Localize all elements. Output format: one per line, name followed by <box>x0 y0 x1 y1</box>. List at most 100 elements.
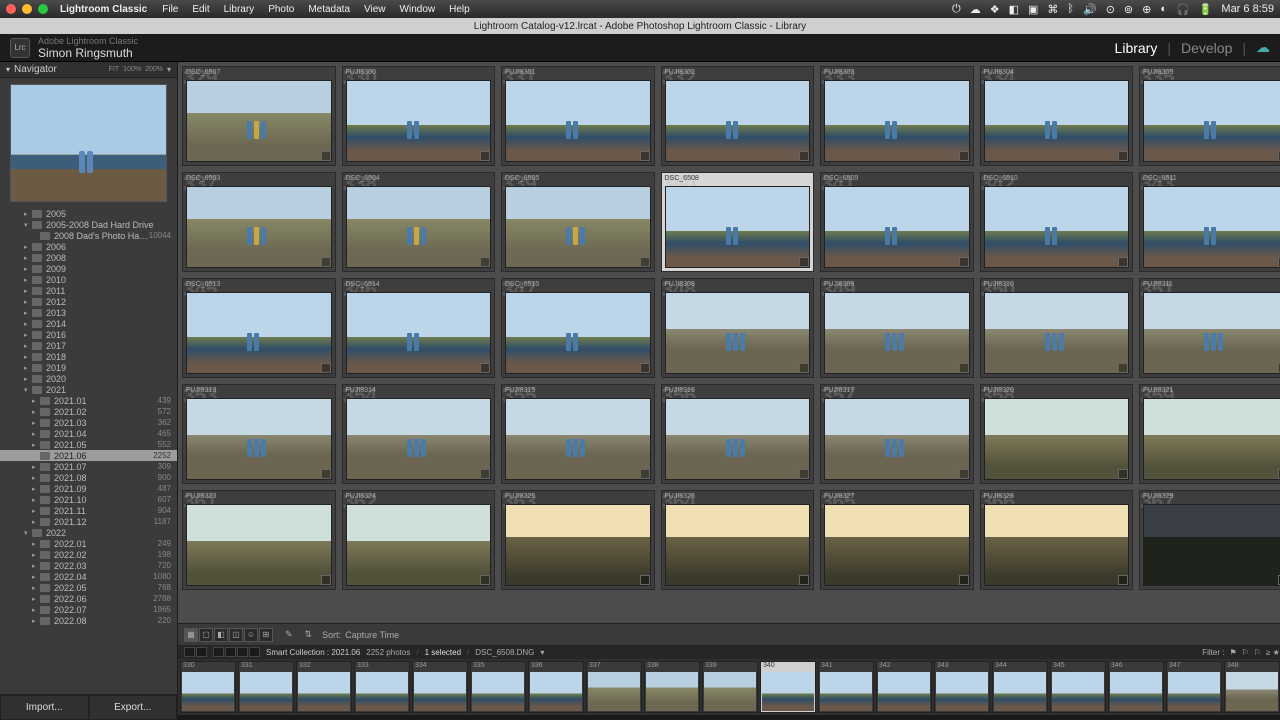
thumbnail-badge[interactable] <box>799 575 809 585</box>
grid-cell[interactable]: 362FUJI8324 <box>342 490 496 590</box>
filmstrip[interactable]: 3303313323333343353363373383393403413423… <box>178 659 1280 715</box>
grid-cell[interactable]: 363FUJI8325 <box>501 490 655 590</box>
folder-row[interactable]: ▸2021.07309 <box>0 461 177 472</box>
grid-cell[interactable]: 333FUJI8303 <box>820 66 974 166</box>
thumbnail-badge[interactable] <box>321 469 331 479</box>
thumbnail-badge[interactable] <box>959 469 969 479</box>
menu-edit[interactable]: Edit <box>185 4 216 15</box>
menu-view[interactable]: View <box>357 4 393 15</box>
thumbnail-badge[interactable] <box>480 575 490 585</box>
folder-row[interactable]: ▸2022.041080 <box>0 571 177 582</box>
thumbnail-badge[interactable] <box>1118 363 1128 373</box>
secondary-window-toggle[interactable] <box>184 647 207 657</box>
export-button[interactable]: Export... <box>89 695 178 720</box>
grid-cell[interactable]: 341DSC_6509 <box>820 172 974 272</box>
folder-row[interactable]: ▸2021.03362 <box>0 417 177 428</box>
rating-filter[interactable]: ≥ ★★★★★ <box>1266 648 1280 657</box>
thumbnail-badge[interactable] <box>480 469 490 479</box>
grid-cell[interactable]: 332FUJI8302 <box>661 66 815 166</box>
thumbnail-badge[interactable] <box>321 363 331 373</box>
navigator-preview[interactable] <box>10 84 167 202</box>
grid-cell[interactable]: 347DSC_6515 <box>501 278 655 378</box>
folder-row[interactable]: ▾2022 <box>0 527 177 538</box>
folder-row[interactable]: ▸2022.05768 <box>0 582 177 593</box>
grid-cell[interactable]: 350FUJI8310 <box>980 278 1134 378</box>
chevron-down-icon[interactable]: ▾ <box>540 648 544 657</box>
thumbnail-badge[interactable] <box>1118 151 1128 161</box>
thumbnail-badge[interactable] <box>959 575 969 585</box>
grid-cell[interactable]: 356FUJI8316 <box>661 384 815 484</box>
folder-row[interactable]: ▸2011 <box>0 285 177 296</box>
folder-row[interactable]: ▸2005 <box>0 208 177 219</box>
grid-cell[interactable]: 342DSC_6510 <box>980 172 1134 272</box>
grid-cell[interactable]: 343DSC_6511 <box>1139 172 1280 272</box>
flag-filter-icon[interactable]: ⚑ <box>1229 648 1236 657</box>
folder-row[interactable]: 2008 Dad's Photo Hard Drive10044 <box>0 230 177 241</box>
thumbnail-badge[interactable] <box>799 151 809 161</box>
thumbnail-badge[interactable] <box>480 257 490 267</box>
filmstrip-cell[interactable]: 348 <box>1224 661 1280 713</box>
folder-row[interactable]: ▾2005-2008 Dad Hard Drive <box>0 219 177 230</box>
folder-row[interactable]: ▸2013 <box>0 307 177 318</box>
folder-row[interactable]: ▸2019 <box>0 362 177 373</box>
filmstrip-cell[interactable]: 342 <box>876 661 932 713</box>
folder-row[interactable]: ▸2009 <box>0 263 177 274</box>
filmstrip-cell[interactable]: 347 <box>1166 661 1222 713</box>
thumbnail-badge[interactable] <box>1118 469 1128 479</box>
grid-cell[interactable]: 353FUJI8313 <box>182 384 336 484</box>
filmstrip-cell[interactable]: 334 <box>412 661 468 713</box>
flag-filter-icon[interactable]: ⚐ <box>1254 648 1261 657</box>
sort-value[interactable]: Capture Time <box>345 630 399 640</box>
folder-row[interactable]: ▸2021.10607 <box>0 494 177 505</box>
grid-cell[interactable]: 361FUJI8323 <box>182 490 336 590</box>
flag-filter-icon[interactable]: ⚐ <box>1242 648 1249 657</box>
filmstrip-cell[interactable]: 343 <box>934 661 990 713</box>
folder-row[interactable]: ▸2022.071965 <box>0 604 177 615</box>
grid-cell[interactable]: 346DSC_6514 <box>342 278 496 378</box>
thumbnail-badge[interactable] <box>1118 257 1128 267</box>
filmstrip-cell[interactable]: 338 <box>644 661 700 713</box>
thumbnail-badge[interactable] <box>1118 575 1128 585</box>
menu-help[interactable]: Help <box>442 4 477 15</box>
thumbnail-badge[interactable] <box>640 575 650 585</box>
filmstrip-cell[interactable]: 345 <box>1050 661 1106 713</box>
thumbnail-badge[interactable] <box>640 257 650 267</box>
filmstrip-cell[interactable]: 335 <box>470 661 526 713</box>
grid-cell[interactable]: 364FUJI8326 <box>661 490 815 590</box>
clock[interactable]: Mar 6 8:59 <box>1221 3 1274 15</box>
filmstrip-cell[interactable]: 332 <box>296 661 352 713</box>
folder-row[interactable]: ▸2021.062252 <box>0 450 177 461</box>
thumbnail-badge[interactable] <box>321 575 331 585</box>
folder-row[interactable]: ▸2022.01249 <box>0 538 177 549</box>
filmstrip-cell[interactable]: 333 <box>354 661 410 713</box>
grid-cell[interactable]: 349FUJI8309 <box>820 278 974 378</box>
cloud-sync-icon[interactable]: ☁ <box>1256 39 1270 56</box>
grid-cell[interactable]: 335FUJI8305 <box>1139 66 1280 166</box>
thumbnail-badge[interactable] <box>959 151 969 161</box>
folder-row[interactable]: ▸2021.02572 <box>0 406 177 417</box>
folder-row[interactable]: ▸2008 <box>0 252 177 263</box>
grid-cell[interactable]: 359FUJI8321 <box>1139 384 1280 484</box>
thumbnail-badge[interactable] <box>799 363 809 373</box>
grid-cell[interactable]: 357FUJI8317 <box>820 384 974 484</box>
thumbnail-badge[interactable] <box>959 257 969 267</box>
sort-direction-icon[interactable]: ⇅ <box>305 629 313 640</box>
thumbnail-badge[interactable] <box>321 257 331 267</box>
filmstrip-cell[interactable]: 341 <box>818 661 874 713</box>
menu-window[interactable]: Window <box>393 4 443 15</box>
filmstrip-cell[interactable]: 337 <box>586 661 642 713</box>
grid-cell[interactable]: 367FUJI8329 <box>1139 490 1280 590</box>
thumbnail-badge[interactable] <box>480 151 490 161</box>
navigator-header[interactable]: ▾ Navigator FIT 100% 200% ▾ <box>0 62 177 78</box>
folder-row[interactable]: ▸2021.121187 <box>0 516 177 527</box>
folder-row[interactable]: ▸2022.02198 <box>0 549 177 560</box>
grid-loupe-toggle[interactable] <box>213 647 260 657</box>
folder-row[interactable]: ▾2021 <box>0 384 177 395</box>
app-name[interactable]: Lightroom Classic <box>60 4 147 15</box>
grid-cell[interactable]: 358FUJI8320 <box>980 384 1134 484</box>
thumbnail-badge[interactable] <box>799 257 809 267</box>
thumbnail-badge[interactable] <box>640 469 650 479</box>
folder-row[interactable]: ▸2021.09487 <box>0 483 177 494</box>
grid-cell[interactable]: 348FUJI8308 <box>661 278 815 378</box>
folder-row[interactable]: ▸2022.08220 <box>0 615 177 626</box>
